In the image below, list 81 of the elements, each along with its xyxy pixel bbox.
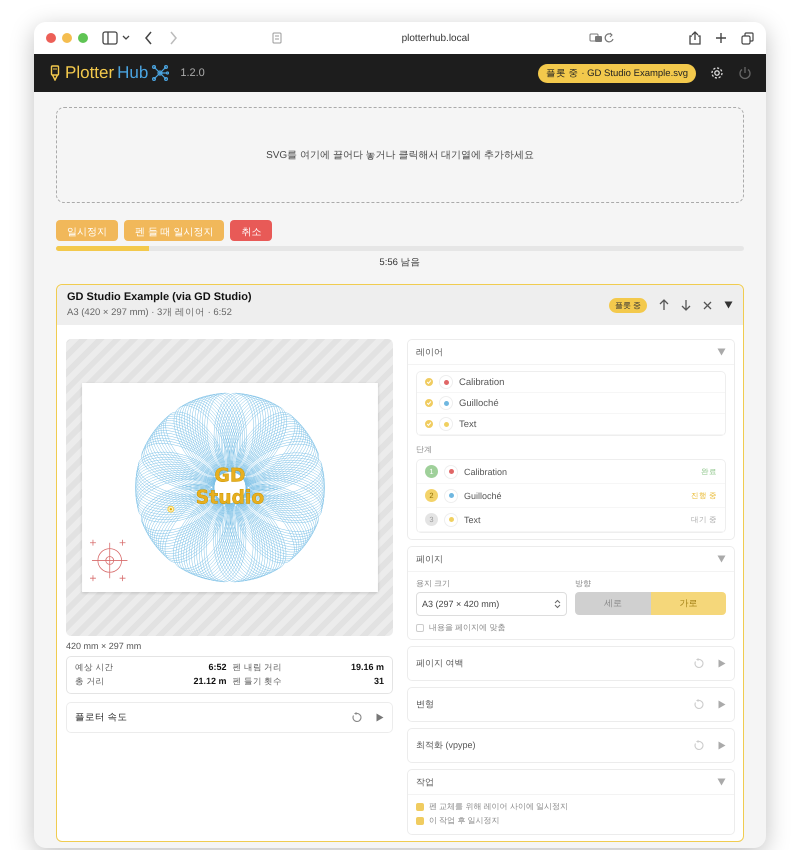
reset-icon[interactable] <box>693 699 704 710</box>
reset-icon[interactable] <box>693 658 704 669</box>
section-title: 최적화 (vpype) <box>416 739 477 752</box>
section-title: 페이지 <box>416 552 443 566</box>
version-label: 1.2.0 <box>180 67 205 79</box>
job-title: GD Studio Example (via GD Studio) <box>67 291 253 303</box>
calibration-mark-icon <box>89 539 128 582</box>
stat-value: 21.12 m <box>193 676 226 688</box>
new-tab-icon[interactable] <box>715 32 727 44</box>
move-up-icon[interactable] <box>659 299 669 311</box>
stat-label: 펜 들기 횟수 <box>232 676 284 688</box>
app-logo-text: Hub <box>117 63 148 83</box>
layer-name: Calibration <box>459 376 504 388</box>
section-title: 작업 <box>416 776 434 788</box>
layer-icon <box>439 375 453 389</box>
forward-icon[interactable] <box>168 31 178 45</box>
layer-name: Guilloché <box>459 398 499 408</box>
checkbox-label: 이 작업 후 일시정지 <box>429 815 500 826</box>
app-logo-text: Plotter <box>65 63 114 83</box>
collapsed-section[interactable]: 최적화 (vpype) <box>407 728 735 763</box>
move-down-icon[interactable] <box>681 299 691 311</box>
section-title: 플로터 속도 <box>75 711 129 724</box>
job-details: A3 (420 × 297 mm) · 3개 레이어 · 6:52 <box>67 306 233 319</box>
page-icon <box>272 32 282 44</box>
time-remaining: 5:56 남음 <box>378 256 422 269</box>
step-name: Guilloché <box>464 490 503 500</box>
stat-label: 펜 내림 거리 <box>232 662 284 674</box>
caret-icon[interactable] <box>724 301 733 309</box>
remove-icon[interactable] <box>703 300 712 310</box>
checkbox-label: 펜 교체를 위해 레이어 사이에 일시정지 <box>429 801 568 812</box>
checkbox[interactable] <box>425 378 433 386</box>
chevron-updown-icon <box>554 599 561 609</box>
pen-position-icon <box>166 506 174 513</box>
power-icon[interactable] <box>738 66 752 80</box>
layer-icon <box>439 396 453 410</box>
section-title: 레이어 <box>416 346 443 358</box>
collapsed-section[interactable]: 변형 <box>407 687 735 722</box>
stat-value: 31 <box>372 676 384 688</box>
back-icon[interactable] <box>144 31 154 45</box>
section-label: 단계 <box>416 444 433 455</box>
checkbox[interactable] <box>416 816 424 824</box>
layer-icon <box>444 488 458 502</box>
status-badge: 플롯 중 <box>608 298 647 312</box>
stat-value: 19.16 m <box>350 662 384 674</box>
speed-panel[interactable]: 플로터 속도 <box>66 702 393 733</box>
dimensions-label: 420 mm × 297 mm <box>66 641 142 651</box>
address-field[interactable]: plotterhub.local <box>288 32 583 44</box>
field-label: 용지 크기 <box>416 578 452 589</box>
layer-icon <box>439 417 453 431</box>
status-badge: 플롯 중 · GD Studio Example.svg <box>538 64 696 82</box>
stat-label: 총 거리 <box>75 676 106 688</box>
reset-icon[interactable] <box>351 712 362 723</box>
layer-icon <box>444 512 458 526</box>
minimize-window-icon[interactable] <box>62 33 72 43</box>
pen-icon <box>50 65 60 81</box>
share-icon[interactable] <box>689 31 701 45</box>
stat-value: 6:52 <box>207 662 226 674</box>
checkbox[interactable] <box>416 624 424 632</box>
checkbox[interactable] <box>416 802 424 810</box>
translate-reload-icon[interactable] <box>589 32 615 44</box>
sidebar-icon[interactable] <box>102 31 130 45</box>
section-title: 변형 <box>416 698 435 711</box>
step-name: Text <box>464 514 482 524</box>
checkbox[interactable] <box>425 399 433 407</box>
checkbox-label: 내용을 페이지에 맞춤 <box>429 622 506 633</box>
paper-size-select[interactable]: A3 (297 × 420 mm) <box>416 592 567 616</box>
field-label: 방향 <box>575 578 592 589</box>
checkbox[interactable] <box>425 420 433 428</box>
file-drop-zone[interactable]: SVG를 여기에 끌어다 놓거나 클릭해서 대기열에 추가하세요 <box>56 107 744 203</box>
section-title: 페이지 여백 <box>416 657 465 670</box>
tabs-icon[interactable] <box>741 32 754 44</box>
reset-icon[interactable] <box>693 740 704 751</box>
collapsed-section[interactable]: 페이지 여백 <box>407 646 735 681</box>
stat-label: 예상 시간 <box>75 662 114 674</box>
step-name: Calibration <box>464 466 508 476</box>
layer-icon <box>444 464 458 478</box>
close-window-icon[interactable] <box>46 33 56 43</box>
zoom-window-icon[interactable] <box>78 33 88 43</box>
settings-icon[interactable] <box>710 66 724 80</box>
network-icon <box>151 64 170 82</box>
layer-name: Text <box>459 418 476 430</box>
